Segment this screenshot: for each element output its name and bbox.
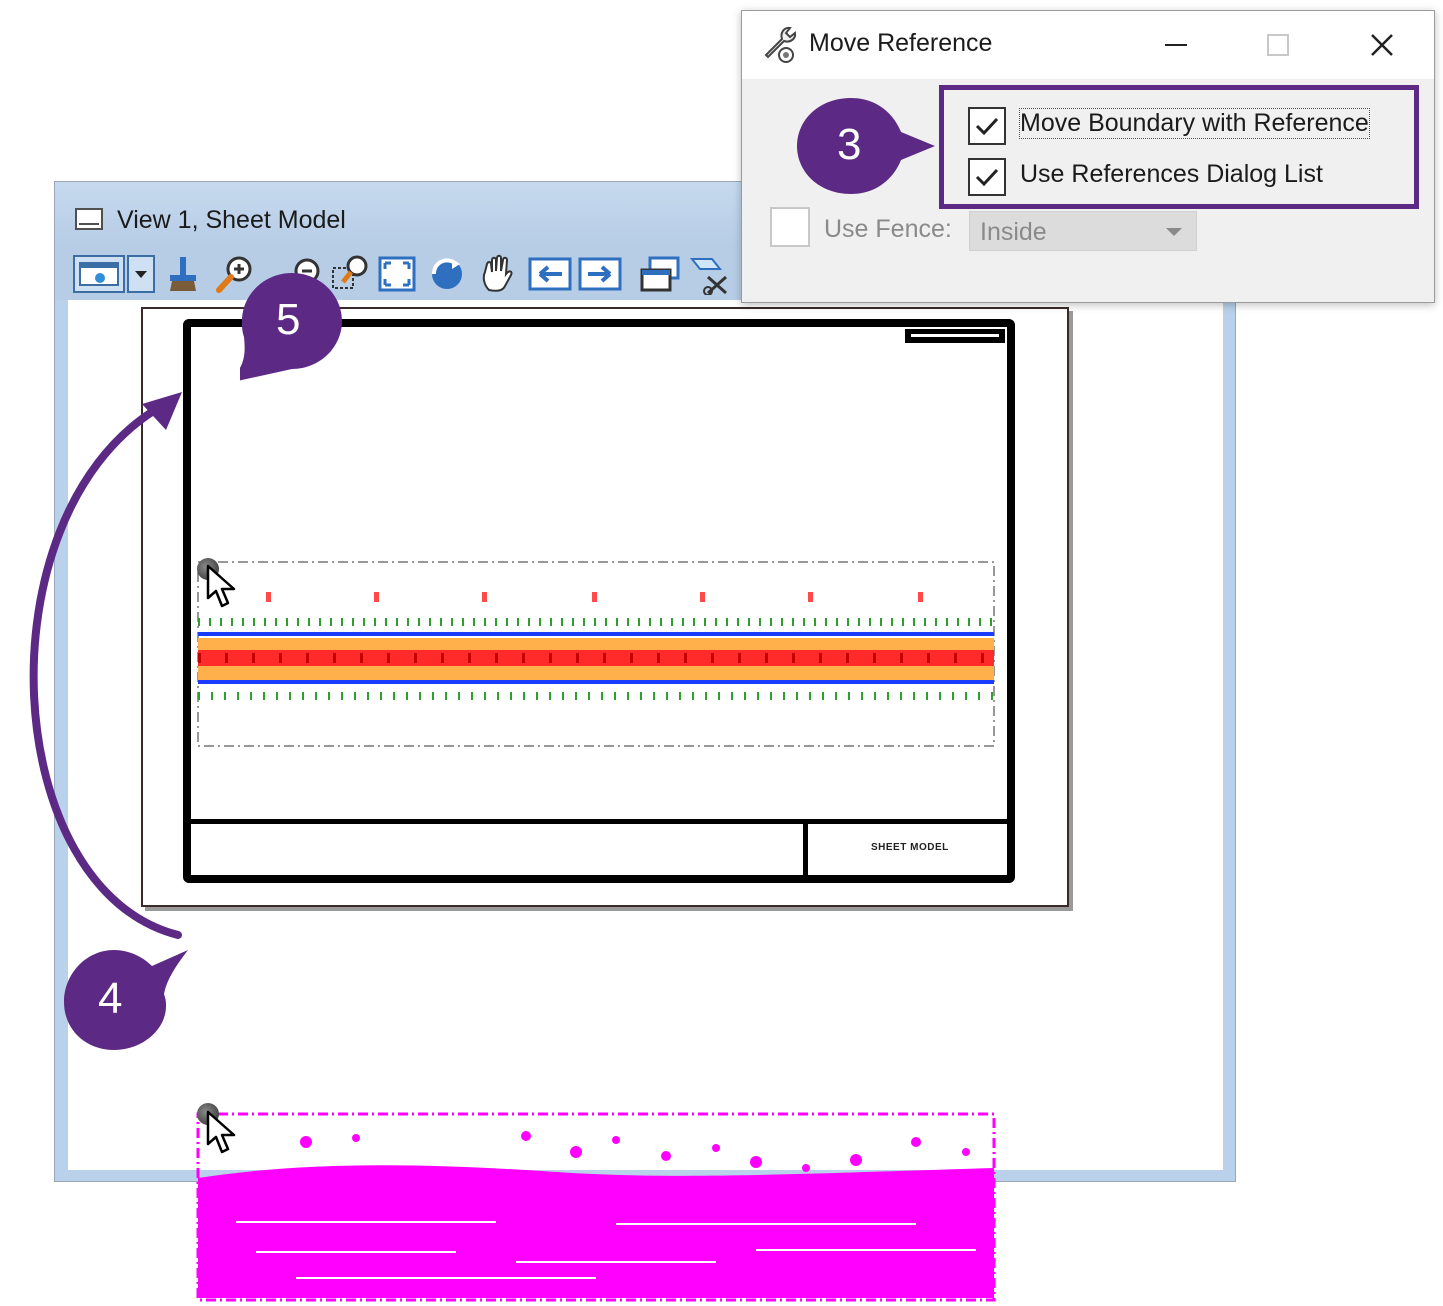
- callout-number: 5: [276, 295, 301, 344]
- minimize-button[interactable]: [1146, 21, 1206, 69]
- chevron-down-icon: [1166, 228, 1182, 236]
- use-fence-checkbox[interactable]: [770, 207, 810, 247]
- fence-mode-value: Inside: [980, 218, 1047, 246]
- callout-number: 3: [837, 120, 862, 169]
- maximize-button[interactable]: [1248, 21, 1308, 69]
- dialog-title: Move Reference: [809, 29, 993, 57]
- callout-step-4: 4: [62, 948, 188, 1050]
- move-reference-icon: [760, 25, 800, 70]
- callout-number: 4: [98, 974, 123, 1023]
- options-highlight: [939, 85, 1419, 209]
- use-fence-label: Use Fence:: [824, 215, 952, 243]
- fence-mode-select[interactable]: Inside: [969, 211, 1197, 251]
- close-button[interactable]: [1352, 21, 1412, 69]
- dialog-titlebar[interactable]: Move Reference: [742, 11, 1434, 79]
- callout-step-3: 3: [795, 96, 935, 196]
- callout-step-5: 5: [240, 271, 354, 381]
